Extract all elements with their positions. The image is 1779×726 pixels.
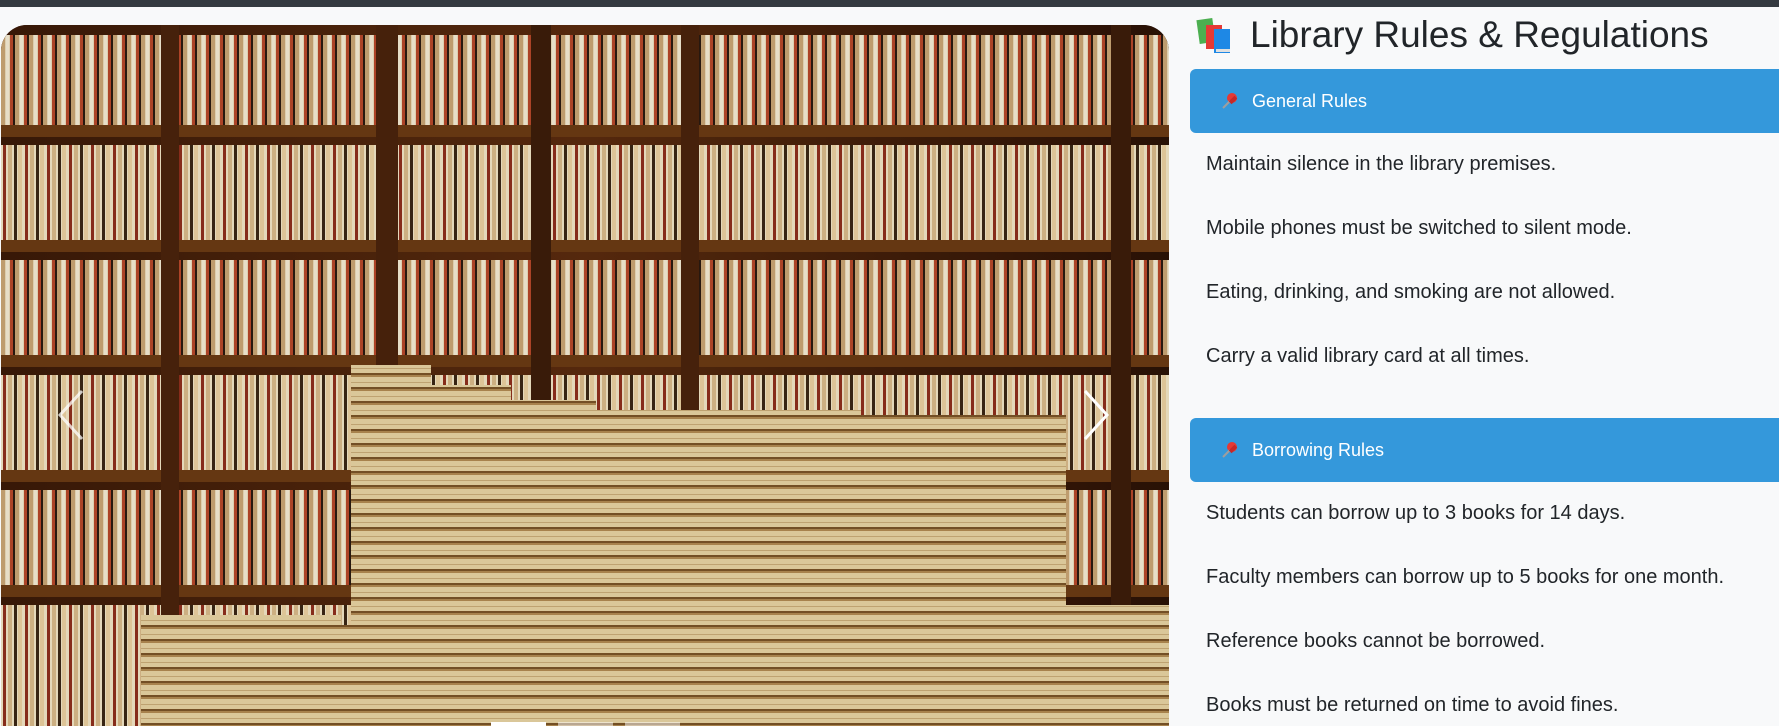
pushpin-icon: [1220, 440, 1240, 460]
rule-item: Eating, drinking, and smoking are not al…: [1206, 281, 1616, 303]
carousel-next-button[interactable]: [1071, 380, 1121, 450]
image-carousel: [1, 25, 1169, 726]
carousel-indicator-2[interactable]: [558, 722, 613, 726]
carousel-indicator-3[interactable]: [625, 722, 680, 726]
section-header-borrowing-rules: Borrowing Rules: [1190, 418, 1779, 482]
rule-item: Students can borrow up to 3 books for 14…: [1206, 502, 1626, 524]
chevron-left-icon: [57, 389, 84, 441]
rule-item: Maintain silence in the library premises…: [1206, 153, 1557, 175]
carousel-prev-button[interactable]: [46, 380, 96, 450]
page-title: Library Rules & Regulations: [1250, 14, 1709, 55]
rule-item: Reference books cannot be borrowed.: [1206, 630, 1546, 652]
section-heading: Borrowing Rules: [1252, 439, 1385, 460]
top-bar: [0, 0, 1779, 7]
carousel-indicators: [491, 722, 680, 726]
section-heading: General Rules: [1252, 90, 1368, 111]
pushpin-icon: [1220, 91, 1240, 111]
library-bookshelf-image: [1, 25, 1169, 726]
rule-item: Carry a valid library card at all times.: [1206, 345, 1530, 367]
carousel-indicator-1[interactable]: [491, 722, 546, 726]
rule-item: Books must be returned on time to avoid …: [1206, 694, 1619, 716]
rule-item: Mobile phones must be switched to silent…: [1206, 217, 1632, 239]
title-row: Library Rules & Regulations: [1196, 12, 1709, 58]
chevron-right-icon: [1083, 389, 1110, 441]
books-icon: [1196, 15, 1232, 55]
rules-panel: Library Rules & Regulations General Rule…: [1190, 7, 1779, 726]
rule-item: Faculty members can borrow up to 5 books…: [1206, 566, 1725, 588]
section-header-general-rules: General Rules: [1190, 69, 1779, 133]
